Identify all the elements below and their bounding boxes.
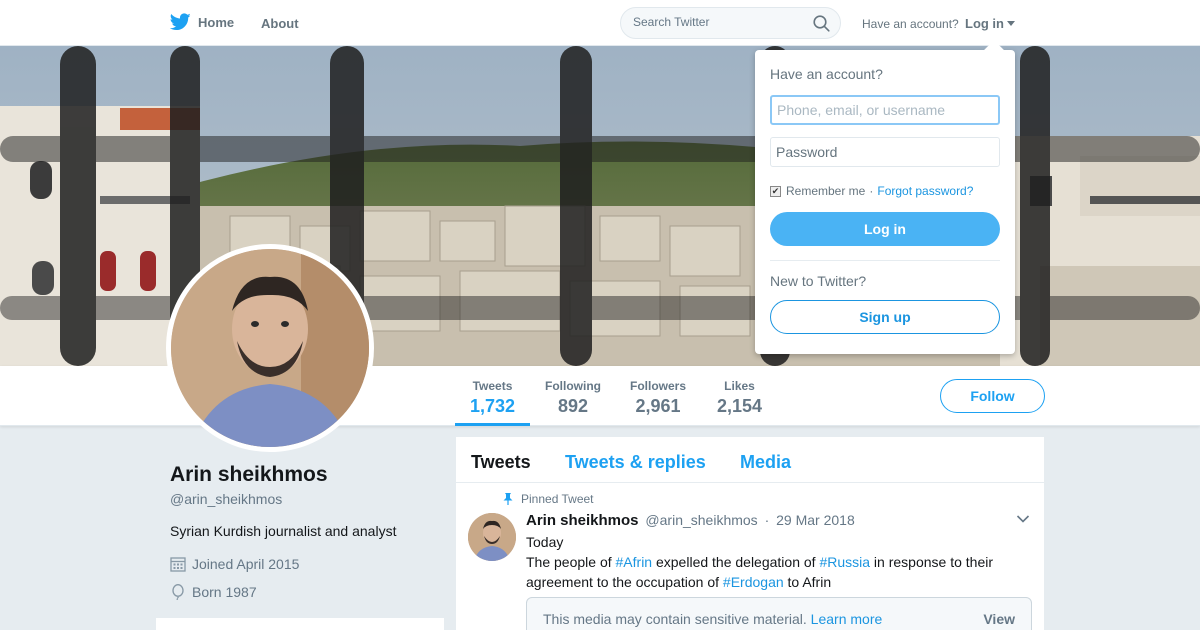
stat-value: 892 <box>557 396 589 416</box>
signup-button[interactable]: Sign up <box>770 300 1000 334</box>
tab-tweets-replies[interactable]: Tweets & replies <box>565 452 706 473</box>
stat-value: 1,732 <box>469 396 516 416</box>
remember-me-row: ✔ Remember me · Forgot password? <box>770 184 973 198</box>
stat-label: Followers <box>629 379 686 393</box>
timeline: Tweets Tweets & replies Media Pinned Twe… <box>456 437 1044 630</box>
tweet-header: Arin sheikhmos @arin_sheikhmos · 29 Mar … <box>526 512 855 529</box>
username-field[interactable] <box>770 95 1000 125</box>
profile-avatar[interactable] <box>166 244 374 452</box>
search-input[interactable] <box>633 15 803 29</box>
tweet-date[interactable]: 29 Mar 2018 <box>776 512 855 528</box>
learn-more-link[interactable]: Learn more <box>811 611 883 627</box>
caret-down-icon <box>1007 21 1015 26</box>
tweet-text-part: The people of <box>526 554 616 570</box>
login-button[interactable]: Log in <box>770 212 1000 246</box>
have-account-text: Have an account? <box>862 17 959 31</box>
remember-me-label[interactable]: Remember me <box>786 184 865 198</box>
sensitive-text: This media may contain sensitive materia… <box>543 611 807 627</box>
tab-media[interactable]: Media <box>740 452 791 473</box>
hashtag-russia[interactable]: #Russia <box>819 554 870 570</box>
stat-following[interactable]: Following 892 <box>540 366 606 426</box>
avatar-image <box>171 249 369 447</box>
nav-home-label: Home <box>198 14 235 30</box>
top-nav: Home About Have an account? Log in <box>0 0 1200 46</box>
balloon-icon <box>172 584 184 600</box>
tweet-avatar[interactable] <box>468 513 516 561</box>
remember-me-checkbox[interactable]: ✔ <box>770 185 781 197</box>
twitter-bird-icon <box>170 13 191 31</box>
born-text: Born 1987 <box>192 584 257 600</box>
chevron-down-icon[interactable] <box>1016 514 1030 524</box>
stat-followers[interactable]: Followers 2,961 <box>625 366 691 426</box>
profile-name[interactable]: Arin sheikhmos <box>170 463 328 487</box>
stat-label: Tweets <box>472 379 513 393</box>
hashtag-erdogan[interactable]: #Erdogan <box>723 574 784 590</box>
forgot-password-link[interactable]: Forgot password? <box>877 184 973 198</box>
joined-date: Joined April 2015 <box>170 556 299 572</box>
tweet-text-part: expelled the delegation of <box>652 554 820 570</box>
view-media-button[interactable]: View <box>983 611 1015 627</box>
stat-value: 2,961 <box>635 396 681 416</box>
side-card <box>156 618 444 630</box>
pinned-label: Pinned Tweet <box>503 492 594 506</box>
birth-date: Born 1987 <box>170 584 257 600</box>
login-dropdown-toggle[interactable]: Log in <box>965 16 1015 31</box>
new-to-twitter-text: New to Twitter? <box>770 273 867 289</box>
sensitive-message: This media may contain sensitive materia… <box>543 611 882 627</box>
profile-bio: Syrian Kurdish journalist and analyst <box>170 523 397 539</box>
nav-about-link[interactable]: About <box>261 16 299 31</box>
search-box[interactable] <box>620 7 841 39</box>
profile-handle[interactable]: @arin_sheikhmos <box>170 491 282 507</box>
stat-label: Likes <box>724 379 755 393</box>
dropdown-divider <box>770 260 1000 261</box>
tweet-author-handle[interactable]: @arin_sheikhmos <box>645 512 757 528</box>
tweet-body: The people of #Afrin expelled the delega… <box>526 552 1026 592</box>
calendar-icon <box>170 557 186 572</box>
pinned-tweet[interactable]: Pinned Tweet Arin sheikhmos @arin_sheikh… <box>456 484 1044 630</box>
stat-likes[interactable]: Likes 2,154 <box>712 366 767 426</box>
sensitive-media-notice: This media may contain sensitive materia… <box>526 597 1032 630</box>
login-dropdown-title: Have an account? <box>770 66 883 82</box>
timeline-tabs: Tweets Tweets & replies Media <box>456 437 1044 483</box>
stat-label: Following <box>545 379 601 393</box>
nav-home-link[interactable]: Home <box>170 13 234 31</box>
stat-tweets[interactable]: Tweets 1,732 <box>455 366 530 426</box>
follow-button[interactable]: Follow <box>940 379 1045 413</box>
remember-separator: · <box>869 184 874 198</box>
login-toggle-label: Log in <box>965 16 1004 31</box>
tweet-avatar-image <box>468 513 516 561</box>
joined-text: Joined April 2015 <box>192 556 300 572</box>
tweet-separator: · <box>764 512 770 528</box>
tweet-text-part: to Afrin <box>783 574 832 590</box>
hashtag-afrin[interactable]: #Afrin <box>616 554 653 570</box>
tab-tweets[interactable]: Tweets <box>471 452 531 473</box>
pin-icon <box>503 493 513 505</box>
password-field[interactable] <box>770 137 1000 167</box>
tweet-text: Today The people of #Afrin expelled the … <box>526 532 1026 592</box>
search-icon[interactable] <box>813 15 830 32</box>
stat-value: 2,154 <box>716 396 763 416</box>
tweet-author-name[interactable]: Arin sheikhmos <box>526 512 639 529</box>
pinned-text: Pinned Tweet <box>521 492 594 506</box>
login-dropdown: Have an account? ✔ Remember me · Forgot … <box>755 40 1015 354</box>
tweet-line-today: Today <box>526 534 564 550</box>
